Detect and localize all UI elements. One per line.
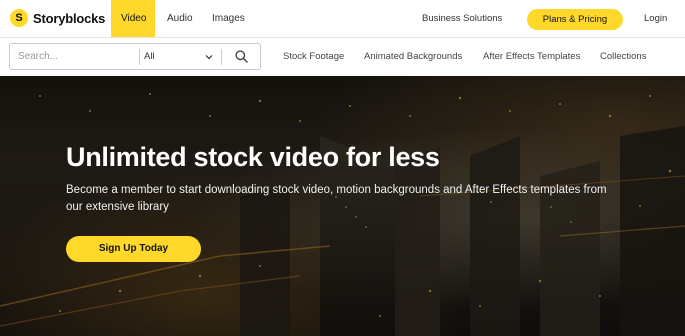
search-icon [234, 50, 248, 63]
storyblocks-logo-icon: S [10, 9, 28, 27]
hero-title: Unlimited stock video for less [66, 142, 440, 172]
logo-text: Storyblocks [33, 10, 106, 26]
tab-audio[interactable]: Audio [157, 0, 203, 37]
search-button[interactable] [226, 44, 256, 69]
hero-banner: Unlimited stock video for less Become a … [0, 76, 685, 336]
sub-navigation: All Stock Footage Animated Backgrounds A… [0, 38, 685, 76]
tab-images[interactable]: Images [202, 0, 255, 37]
chevron-down-icon[interactable] [205, 44, 213, 69]
logo-mark-letter: S [15, 11, 23, 24]
subnav-animated-backgrounds[interactable]: Animated Backgrounds [364, 38, 462, 76]
subnav-after-effects-templates[interactable]: After Effects Templates [483, 38, 580, 76]
search-input[interactable] [18, 49, 136, 64]
search-divider [221, 49, 222, 65]
business-solutions-link[interactable]: Business Solutions [422, 0, 502, 37]
tab-video[interactable]: Video [111, 0, 155, 37]
subnav-stock-footage[interactable]: Stock Footage [283, 38, 344, 76]
subnav-collections[interactable]: Collections [600, 38, 646, 76]
hero-subtitle: Become a member to start downloading sto… [66, 184, 607, 213]
search-divider [139, 49, 140, 65]
login-link[interactable]: Login [644, 0, 667, 37]
plans-pricing-button[interactable]: Plans & Pricing [527, 9, 623, 30]
search-bar: All [9, 43, 261, 70]
sign-up-button[interactable]: Sign Up Today [66, 236, 201, 262]
logo[interactable]: S Storyblocks [10, 9, 105, 27]
top-navigation: S Storyblocks Video Audio Images Busines… [0, 0, 685, 38]
